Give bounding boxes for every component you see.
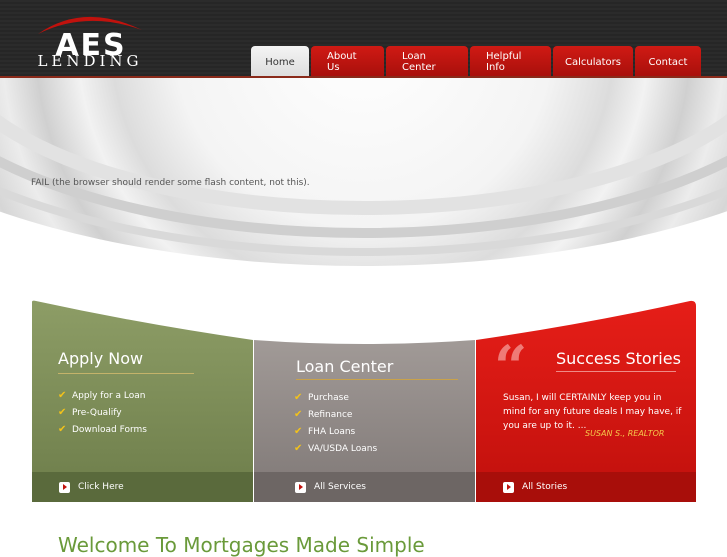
testimonial-text: Susan, I will CERTAINLY keep you in mind… xyxy=(503,393,682,431)
loan-center-title: Loan Center xyxy=(296,357,394,376)
quote-icon: “ xyxy=(494,333,528,401)
list-item[interactable]: ✔ Pre-Qualify xyxy=(58,404,147,421)
hero-rings-graphic xyxy=(0,78,727,266)
nav-helpful-info[interactable]: Helpful Info xyxy=(470,46,551,78)
checkmark-icon: ✔ xyxy=(294,409,303,420)
testimonial-author: SUSAN S., REALTOR xyxy=(585,429,665,438)
welcome-heading: Welcome To Mortgages Made Simple xyxy=(58,533,425,557)
apply-title-underline xyxy=(58,373,194,374)
list-item[interactable]: ✔ FHA Loans xyxy=(294,423,377,440)
checkmark-icon: ✔ xyxy=(58,424,67,435)
apply-list: ✔ Apply for a Loan ✔ Pre-Qualify ✔ Download… xyxy=(58,387,147,438)
stories-footer-link[interactable]: All Stories xyxy=(476,472,696,502)
loan-title-underline xyxy=(296,379,458,380)
arrow-right-icon xyxy=(59,481,70,493)
apply-now-title: Apply Now xyxy=(58,349,144,368)
checkmark-icon: ✔ xyxy=(58,407,67,418)
loan-item-label: VA/USDA Loans xyxy=(308,443,378,454)
logo-subtext: LENDING xyxy=(37,52,143,70)
list-item[interactable]: ✔ Download Forms xyxy=(58,421,147,438)
stories-title-underline xyxy=(556,371,676,372)
checkmark-icon: ✔ xyxy=(294,426,303,437)
apply-item-label: Apply for a Loan xyxy=(72,390,146,401)
checkmark-icon: ✔ xyxy=(294,443,303,454)
success-stories-panel: “ Success Stories Susan, I will CERTAINL… xyxy=(476,296,696,502)
nav-about-us[interactable]: About Us xyxy=(311,46,384,78)
nav-home[interactable]: Home xyxy=(251,46,309,78)
loan-item-label: FHA Loans xyxy=(308,426,356,437)
nav-contact[interactable]: Contact xyxy=(635,46,701,78)
loan-center-panel: Loan Center ✔ Purchase ✔ Refinance ✔ FHA Lo… xyxy=(254,296,475,502)
apply-now-panel: Apply Now ✔ Apply for a Loan ✔ Pre-Qualify… xyxy=(32,296,253,502)
flash-fallback-text: FAIL (the browser should render some fla… xyxy=(31,178,310,188)
site-header: AES LENDING Home About Us Loan Center He… xyxy=(0,0,727,78)
loan-list: ✔ Purchase ✔ Refinance ✔ FHA Loans ✔ VA/USDA… xyxy=(294,389,377,457)
apply-item-label: Download Forms xyxy=(72,424,147,435)
arrow-right-icon xyxy=(503,481,514,493)
apply-item-label: Pre-Qualify xyxy=(72,407,122,418)
nav-loan-center[interactable]: Loan Center xyxy=(386,46,468,78)
checkmark-icon: ✔ xyxy=(294,392,303,403)
stories-footer-label: All Stories xyxy=(522,482,568,492)
nav-calculators[interactable]: Calculators xyxy=(553,46,633,78)
apply-footer-label: Click Here xyxy=(78,482,124,492)
hero-banner: FAIL (the browser should render some fla… xyxy=(0,78,727,268)
list-item[interactable]: ✔ Purchase xyxy=(294,389,377,406)
loan-item-label: Purchase xyxy=(308,392,349,403)
loan-footer-label: All Services xyxy=(314,482,366,492)
feature-panels: Apply Now ✔ Apply for a Loan ✔ Pre-Qualify… xyxy=(32,296,696,502)
list-item[interactable]: ✔ VA/USDA Loans xyxy=(294,440,377,457)
main-nav: Home About Us Loan Center Helpful Info C… xyxy=(251,46,701,78)
list-item[interactable]: ✔ Refinance xyxy=(294,406,377,423)
logo[interactable]: AES LENDING xyxy=(34,8,146,72)
arrow-right-icon xyxy=(295,481,306,493)
success-stories-title: Success Stories xyxy=(556,349,681,368)
loan-footer-link[interactable]: All Services xyxy=(254,472,475,502)
list-item[interactable]: ✔ Apply for a Loan xyxy=(58,387,147,404)
checkmark-icon: ✔ xyxy=(58,390,67,401)
loan-item-label: Refinance xyxy=(308,409,353,420)
apply-footer-link[interactable]: Click Here xyxy=(32,472,253,502)
